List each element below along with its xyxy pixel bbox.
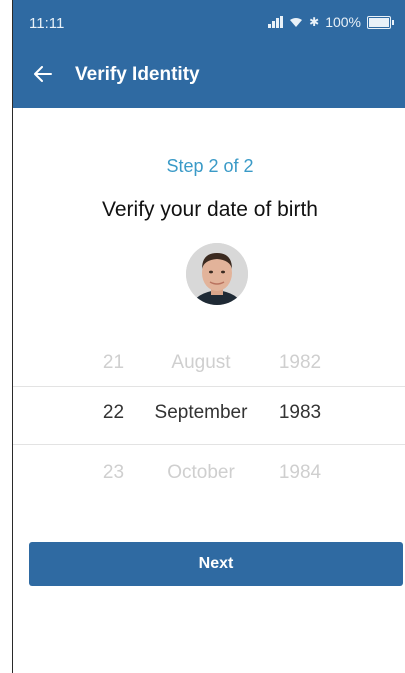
app-header: 11:11 ✱ 100% Verify Identity [13,0,405,108]
toolbar: Verify Identity [13,44,405,104]
instruction-heading: Verify your date of birth [102,198,318,221]
next-button[interactable]: Next [29,542,403,586]
picker-divider-bottom [13,444,405,445]
signal-icon [268,16,284,28]
wifi-icon [290,17,303,27]
picker-year: 1983 [278,402,322,423]
back-button[interactable] [25,56,61,92]
page-title: Verify Identity [75,64,200,85]
picker-month: August [171,352,231,373]
status-icons: ✱ 100% [268,14,394,30]
status-time: 11:11 [29,15,65,32]
picker-year: 1984 [278,462,322,483]
bluetooth-icon: ✱ [309,15,320,29]
avatar [186,243,248,305]
status-bar: 11:11 ✱ 100% [13,0,405,44]
phone-frame: 11:11 ✱ 100% Verify Identity Step 2 of 2… [12,0,405,673]
picker-month: September [154,402,248,423]
arrow-left-icon [34,66,52,82]
picker-year: 1982 [278,352,322,373]
picker-day: 22 [102,402,125,423]
picker-row-previous[interactable]: 21 August 1982 [13,338,405,388]
date-picker[interactable]: 21 August 1982 22 September 1983 23 Octo… [13,338,405,488]
user-photo-icon [186,243,248,305]
picker-row-next[interactable]: 23 October 1984 [13,448,405,498]
battery-percent: 100% [325,14,361,30]
picker-divider-top [13,386,405,387]
picker-day: 23 [102,462,125,483]
battery-icon [367,15,394,29]
step-indicator: Step 2 of 2 [166,156,254,176]
picker-month: October [167,462,235,483]
picker-row-selected[interactable]: 22 September 1983 [13,388,405,438]
picker-day: 21 [102,352,125,373]
